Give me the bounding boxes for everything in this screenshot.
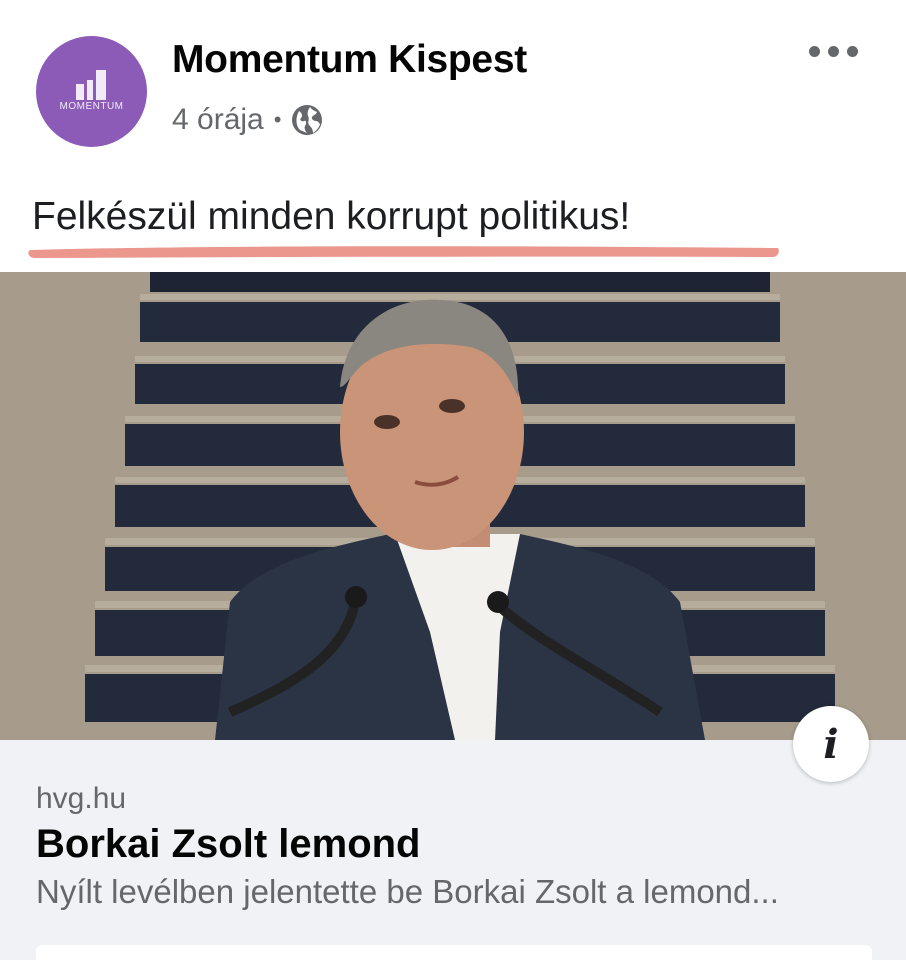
link-domain: hvg.hu [36, 782, 127, 815]
link-title[interactable]: Borkai Zsolt lemond [36, 822, 421, 867]
page-name-link[interactable]: Momentum Kispest [172, 38, 527, 82]
momentum-logo-icon [76, 70, 106, 100]
info-button[interactable]: i [793, 706, 869, 782]
card-bottom-edge [36, 945, 872, 960]
page-avatar[interactable]: MOMENTUM [36, 36, 147, 147]
more-options-button[interactable] [809, 46, 858, 57]
info-icon: i [823, 720, 839, 768]
post-timestamp[interactable]: 4 órája [172, 103, 264, 137]
highlight-underline [28, 246, 779, 258]
more-dots-icon [809, 46, 820, 57]
link-description: Nyílt levélben jelentette be Borkai Zsol… [36, 873, 779, 910]
post-header: MOMENTUM Momentum Kispest 4 órája • [0, 0, 906, 180]
meta-separator: • [273, 107, 282, 132]
more-dot [847, 46, 858, 57]
link-card[interactable]: hvg.hu Borkai Zsolt lemond Nyílt levélbe… [0, 740, 906, 960]
more-dot [828, 46, 839, 57]
avatar-logo-text: MOMENTUM [59, 101, 124, 112]
globe-icon [292, 105, 323, 135]
photo-portrait [0, 272, 906, 740]
post-text: Felkészül minden korrupt politikus! [32, 195, 631, 238]
link-preview-image[interactable] [0, 272, 906, 740]
post-meta: 4 órája • [172, 103, 323, 137]
